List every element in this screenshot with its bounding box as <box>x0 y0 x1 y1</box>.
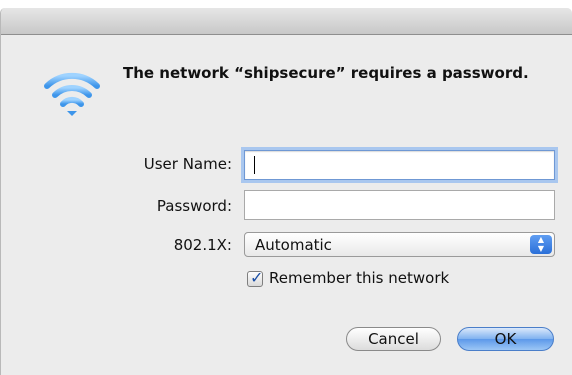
network-password-dialog: The network “shipsecure” requires a pass… <box>0 8 572 375</box>
ok-button[interactable]: OK <box>457 327 554 351</box>
up-down-arrows-icon: ▲ ▼ <box>530 235 552 254</box>
username-label: User Name: <box>143 155 232 173</box>
checkmark-icon: ✓ <box>250 268 264 287</box>
wifi-icon <box>44 72 100 116</box>
title-bar[interactable] <box>1 8 572 35</box>
auth-method-value: Automatic <box>255 236 332 254</box>
dialog-headline: The network “shipsecure” requires a pass… <box>123 64 529 82</box>
username-field[interactable] <box>244 150 555 180</box>
cancel-button[interactable]: Cancel <box>346 327 441 351</box>
text-caret <box>254 156 255 174</box>
auth-method-label: 802.1X: <box>173 236 232 254</box>
remember-network-label[interactable]: Remember this network <box>269 269 449 287</box>
auth-method-select[interactable]: Automatic ▲ ▼ <box>244 232 555 257</box>
password-label: Password: <box>156 197 232 215</box>
remember-network-checkbox[interactable]: ✓ <box>247 268 264 287</box>
password-field[interactable] <box>244 190 555 220</box>
